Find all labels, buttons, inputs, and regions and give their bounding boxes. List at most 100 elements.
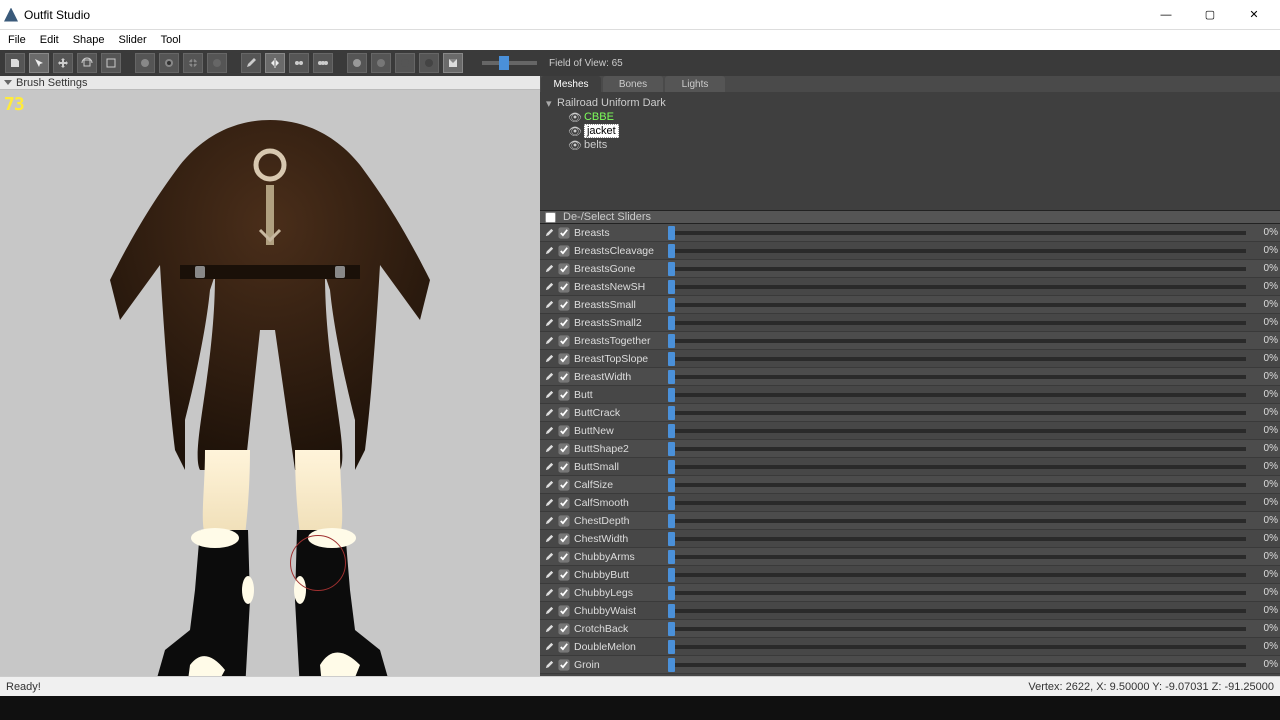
pencil-icon[interactable] bbox=[542, 514, 556, 528]
pencil-icon[interactable] bbox=[542, 280, 556, 294]
tool-mirror-x[interactable] bbox=[265, 53, 285, 73]
pencil-icon[interactable] bbox=[542, 460, 556, 474]
pencil-icon[interactable] bbox=[542, 298, 556, 312]
slider-track[interactable] bbox=[668, 375, 1246, 379]
slider-track[interactable] bbox=[668, 591, 1246, 595]
menu-file[interactable]: File bbox=[2, 32, 32, 48]
slider-checkbox[interactable] bbox=[559, 479, 570, 490]
slider-track[interactable] bbox=[668, 663, 1246, 667]
tool-sphere-4[interactable] bbox=[419, 53, 439, 73]
slider-checkbox[interactable] bbox=[559, 227, 570, 238]
tab-lights[interactable]: Lights bbox=[665, 76, 725, 92]
pencil-icon[interactable] bbox=[542, 424, 556, 438]
pencil-icon[interactable] bbox=[542, 262, 556, 276]
slider-track[interactable] bbox=[668, 393, 1246, 397]
slider-checkbox[interactable] bbox=[559, 533, 570, 544]
tool-brush-3[interactable] bbox=[183, 53, 203, 73]
brush-settings-header[interactable]: Brush Settings bbox=[0, 76, 540, 90]
pencil-icon[interactable] bbox=[542, 316, 556, 330]
pencil-icon[interactable] bbox=[542, 226, 556, 240]
tool-connected-1[interactable] bbox=[289, 53, 309, 73]
tree-item-cbbe[interactable]: 👁CBBE bbox=[546, 110, 1274, 124]
tree-item-jacket[interactable]: 👁jacket bbox=[546, 124, 1274, 138]
slider-track[interactable] bbox=[668, 321, 1246, 325]
slider-list[interactable]: Breasts0%BreastsCleavage0%BreastsGone0%B… bbox=[540, 224, 1280, 676]
slider-track[interactable] bbox=[668, 249, 1246, 253]
slider-track[interactable] bbox=[668, 267, 1246, 271]
slider-checkbox[interactable] bbox=[559, 371, 570, 382]
slider-track[interactable] bbox=[668, 573, 1246, 577]
menu-tool[interactable]: Tool bbox=[155, 32, 187, 48]
slider-checkbox[interactable] bbox=[559, 263, 570, 274]
pencil-icon[interactable] bbox=[542, 388, 556, 402]
slider-track[interactable] bbox=[668, 231, 1246, 235]
slider-track[interactable] bbox=[668, 447, 1246, 451]
deselect-all-checkbox[interactable] bbox=[545, 211, 556, 222]
tree-project[interactable]: ▾Railroad Uniform Dark bbox=[546, 96, 1274, 110]
slider-checkbox[interactable] bbox=[559, 389, 570, 400]
tool-connected-2[interactable] bbox=[313, 53, 333, 73]
slider-checkbox[interactable] bbox=[559, 623, 570, 634]
slider-track[interactable] bbox=[668, 627, 1246, 631]
pencil-icon[interactable] bbox=[542, 532, 556, 546]
pencil-icon[interactable] bbox=[542, 442, 556, 456]
slider-track[interactable] bbox=[668, 339, 1246, 343]
slider-checkbox[interactable] bbox=[559, 317, 570, 328]
slider-checkbox[interactable] bbox=[559, 497, 570, 508]
slider-checkbox[interactable] bbox=[559, 605, 570, 616]
slider-checkbox[interactable] bbox=[559, 515, 570, 526]
slider-checkbox[interactable] bbox=[559, 443, 570, 454]
close-button[interactable]: ✕ bbox=[1232, 1, 1276, 29]
tool-move[interactable] bbox=[53, 53, 73, 73]
slider-track[interactable] bbox=[668, 501, 1246, 505]
deselect-sliders-header[interactable]: De-/Select Sliders bbox=[540, 210, 1280, 224]
pencil-icon[interactable] bbox=[542, 550, 556, 564]
tool-new[interactable] bbox=[5, 53, 25, 73]
slider-checkbox[interactable] bbox=[559, 245, 570, 256]
tool-sphere-3[interactable] bbox=[395, 53, 415, 73]
tool-brush-4[interactable] bbox=[207, 53, 227, 73]
maximize-button[interactable]: ▢ bbox=[1188, 1, 1232, 29]
pencil-icon[interactable] bbox=[542, 478, 556, 492]
slider-checkbox[interactable] bbox=[559, 659, 570, 670]
mesh-tree[interactable]: ▾Railroad Uniform Dark 👁CBBE 👁jacket 👁be… bbox=[540, 92, 1280, 210]
menu-slider[interactable]: Slider bbox=[113, 32, 153, 48]
visibility-icon[interactable]: 👁 bbox=[568, 125, 582, 138]
slider-checkbox[interactable] bbox=[559, 281, 570, 292]
pencil-icon[interactable] bbox=[542, 640, 556, 654]
slider-track[interactable] bbox=[668, 357, 1246, 361]
slider-track[interactable] bbox=[668, 465, 1246, 469]
slider-checkbox[interactable] bbox=[559, 551, 570, 562]
tab-meshes[interactable]: Meshes bbox=[541, 76, 601, 92]
slider-track[interactable] bbox=[668, 303, 1246, 307]
tool-brush-2[interactable] bbox=[159, 53, 179, 73]
slider-checkbox[interactable] bbox=[559, 587, 570, 598]
slider-checkbox[interactable] bbox=[559, 407, 570, 418]
tool-scale[interactable] bbox=[101, 53, 121, 73]
slider-track[interactable] bbox=[668, 285, 1246, 289]
visibility-icon[interactable]: 👁 bbox=[568, 111, 582, 124]
slider-checkbox[interactable] bbox=[559, 353, 570, 364]
tool-sphere-1[interactable] bbox=[347, 53, 367, 73]
slider-track[interactable] bbox=[668, 555, 1246, 559]
tool-select[interactable] bbox=[29, 53, 49, 73]
viewport-3d[interactable]: 73 bbox=[0, 90, 540, 676]
minimize-button[interactable]: — bbox=[1144, 1, 1188, 29]
pencil-icon[interactable] bbox=[542, 334, 556, 348]
tool-brush-1[interactable] bbox=[135, 53, 155, 73]
fov-slider[interactable] bbox=[482, 61, 537, 65]
menu-shape[interactable]: Shape bbox=[67, 32, 111, 48]
slider-checkbox[interactable] bbox=[559, 641, 570, 652]
menu-edit[interactable]: Edit bbox=[34, 32, 65, 48]
slider-track[interactable] bbox=[668, 483, 1246, 487]
pencil-icon[interactable] bbox=[542, 244, 556, 258]
tree-item-belts[interactable]: 👁belts bbox=[546, 138, 1274, 152]
tool-sphere-2[interactable] bbox=[371, 53, 391, 73]
slider-checkbox[interactable] bbox=[559, 335, 570, 346]
slider-checkbox[interactable] bbox=[559, 569, 570, 580]
pencil-icon[interactable] bbox=[542, 604, 556, 618]
tool-edit[interactable] bbox=[241, 53, 261, 73]
slider-checkbox[interactable] bbox=[559, 425, 570, 436]
pencil-icon[interactable] bbox=[542, 622, 556, 636]
tab-bones[interactable]: Bones bbox=[603, 76, 663, 92]
